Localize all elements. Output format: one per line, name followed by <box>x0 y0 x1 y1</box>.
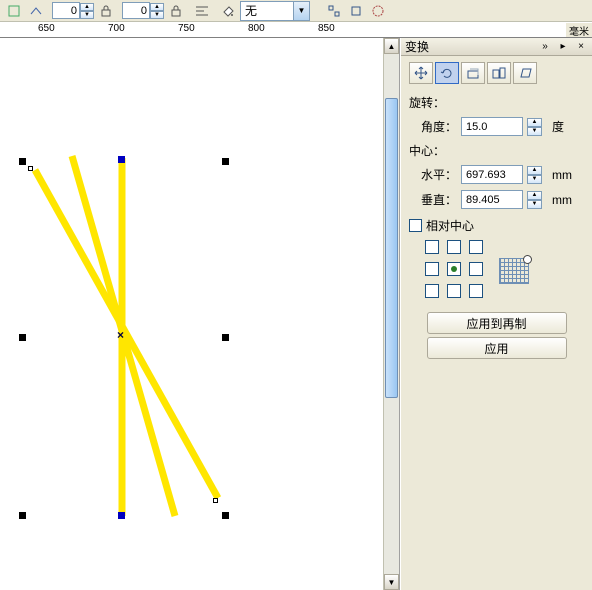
anchor-mr[interactable] <box>469 262 483 276</box>
relative-center-label: 相对中心 <box>426 217 474 234</box>
anchor-bc[interactable] <box>447 284 461 298</box>
down-icon[interactable]: ▼ <box>150 11 164 19</box>
up-icon[interactable]: ▲ <box>80 3 94 11</box>
selection-handle[interactable] <box>222 158 229 165</box>
anchor-tr[interactable] <box>469 240 483 254</box>
selection-handle[interactable] <box>28 166 33 171</box>
tool-btn-2[interactable] <box>26 2 46 20</box>
scale-tool[interactable] <box>461 62 485 84</box>
horizontal-ruler: 650 700 750 800 850 毫米 <box>0 22 592 38</box>
size-tool[interactable] <box>487 62 511 84</box>
fill-dropdown[interactable]: 无 ▼ <box>240 1 310 21</box>
tool-btn-1[interactable] <box>4 2 24 20</box>
scroll-down-icon[interactable]: ▼ <box>384 574 399 590</box>
vertical-scrollbar[interactable]: ▲ ▼ <box>383 38 399 590</box>
lock-icon[interactable] <box>96 2 116 20</box>
lock-icon[interactable] <box>166 2 186 20</box>
ruler-tick-label: 650 <box>38 23 55 34</box>
spinner-2-input[interactable] <box>122 2 150 19</box>
apply-button[interactable]: 应用 <box>427 337 567 359</box>
anchor-tc[interactable] <box>447 240 461 254</box>
chevron-down-icon[interactable]: ▼ <box>293 2 309 20</box>
ruler-unit: 毫米 <box>566 23 592 38</box>
fill-value: 无 <box>245 2 257 19</box>
tool-btn-5[interactable] <box>368 2 388 20</box>
rotate-section-label: 旋转： <box>409 94 584 111</box>
angle-input[interactable] <box>461 117 523 136</box>
center-section-label: 中心： <box>409 142 584 159</box>
down-icon[interactable]: ▼ <box>527 175 542 184</box>
selection-handle[interactable] <box>222 334 229 341</box>
rotate-tool[interactable] <box>435 62 459 84</box>
anchor-ml[interactable] <box>425 262 439 276</box>
ruler-tick-label: 800 <box>248 23 265 34</box>
anchor-tl[interactable] <box>425 240 439 254</box>
paint-bucket-icon[interactable] <box>218 2 238 20</box>
vertical-input[interactable] <box>461 190 523 209</box>
down-icon[interactable]: ▼ <box>527 127 542 136</box>
canvas-area[interactable]: × ▲ ▼ <box>0 38 400 590</box>
horizontal-input[interactable] <box>461 165 523 184</box>
panel-title: 变换 <box>405 38 429 55</box>
skew-tool[interactable] <box>513 62 537 84</box>
panel-header: 变换 » ▸ × <box>401 38 592 56</box>
relative-center-checkbox[interactable] <box>409 219 422 232</box>
up-icon[interactable]: ▲ <box>150 3 164 11</box>
selection-handle[interactable] <box>19 512 26 519</box>
ruler-tick-label: 750 <box>178 23 195 34</box>
anchor-grid <box>425 240 584 302</box>
chevron-right-icon[interactable]: » <box>538 40 552 54</box>
angle-unit: 度 <box>552 118 564 135</box>
transform-tool-row <box>409 62 584 84</box>
horizontal-label: 水平： <box>409 166 457 183</box>
scroll-thumb[interactable] <box>385 98 398 398</box>
down-icon[interactable]: ▼ <box>80 11 94 19</box>
anchor-bl[interactable] <box>425 284 439 298</box>
tool-btn-4[interactable] <box>346 2 366 20</box>
selection-handle[interactable] <box>213 498 218 503</box>
spinner-2[interactable]: ▲▼ <box>122 2 164 19</box>
selection-handle[interactable] <box>19 334 26 341</box>
unit-mm: mm <box>552 193 572 207</box>
up-icon[interactable]: ▲ <box>527 118 542 127</box>
position-tool[interactable] <box>409 62 433 84</box>
ruler-tick-label: 700 <box>108 23 125 34</box>
vertical-label: 垂直： <box>409 191 457 208</box>
close-icon[interactable]: × <box>574 40 588 54</box>
unit-mm: mm <box>552 168 572 182</box>
tool-btn-3[interactable] <box>324 2 344 20</box>
down-icon[interactable]: ▼ <box>527 200 542 209</box>
selection-handle[interactable] <box>19 158 26 165</box>
selection-handle[interactable] <box>222 512 229 519</box>
rotation-center-icon[interactable]: × <box>117 328 124 342</box>
selection-handle[interactable] <box>118 156 125 163</box>
spinner-1-input[interactable] <box>52 2 80 19</box>
anchor-br[interactable] <box>469 284 483 298</box>
ruler-tick-label: 850 <box>318 23 335 34</box>
scroll-up-icon[interactable]: ▲ <box>384 38 399 54</box>
selection-handle[interactable] <box>118 512 125 519</box>
grid-reference-icon[interactable] <box>499 258 529 284</box>
transform-panel: 变换 » ▸ × 旋转： 角度： ▲▼ 度 中心： <box>400 38 592 590</box>
up-icon[interactable]: ▲ <box>527 166 542 175</box>
text-wrap-icon[interactable] <box>192 2 212 20</box>
spinner-1[interactable]: ▲▼ <box>52 2 94 19</box>
apply-to-duplicate-button[interactable]: 应用到再制 <box>427 312 567 334</box>
anchor-center[interactable] <box>447 262 461 276</box>
top-toolbar: ▲▼ ▲▼ 无 ▼ <box>0 0 592 22</box>
up-icon[interactable]: ▲ <box>527 191 542 200</box>
angle-label: 角度： <box>409 118 457 135</box>
menu-icon[interactable]: ▸ <box>556 40 570 54</box>
